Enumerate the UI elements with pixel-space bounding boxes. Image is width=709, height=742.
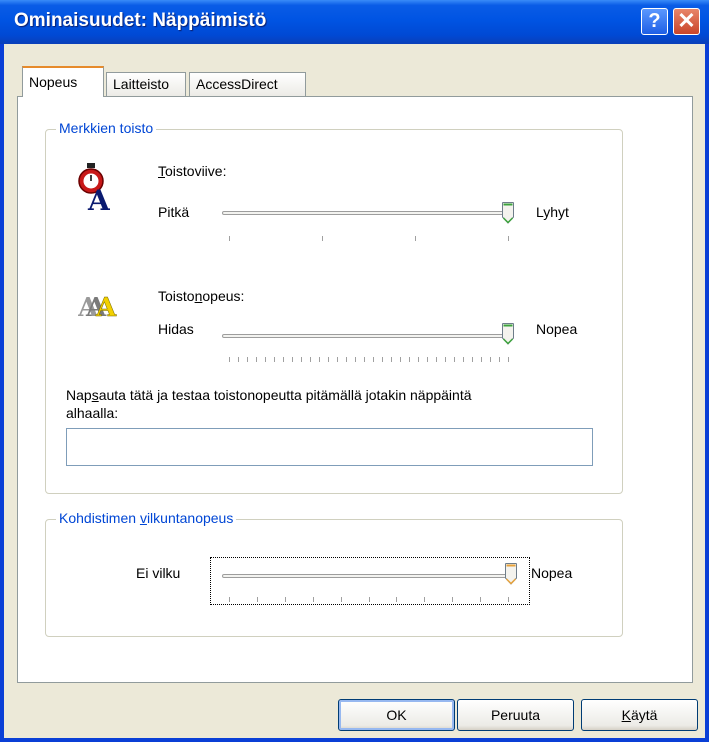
tick-mark [341, 597, 342, 602]
test-prompt-line2: alhaalla: [66, 405, 119, 421]
tick-mark [346, 357, 347, 362]
tick-mark [409, 357, 410, 362]
tick-mark [508, 597, 509, 602]
rate-ticks [229, 357, 514, 363]
blink-slider-track[interactable] [222, 574, 516, 578]
tick-mark [445, 357, 446, 362]
tick-mark [337, 357, 338, 362]
delay-slider-track[interactable] [222, 211, 512, 215]
delay-right-label: Lyhyt [536, 204, 569, 220]
tick-mark [480, 597, 481, 602]
blink-right-label: Nopea [531, 565, 573, 581]
blink-ticks [229, 597, 514, 603]
tick-mark [256, 357, 257, 362]
tick-mark [391, 357, 392, 362]
test-input[interactable] [66, 428, 593, 466]
tick-mark [229, 357, 230, 362]
tick-mark [382, 357, 383, 362]
blink-slider-thumb[interactable] [505, 563, 517, 585]
tick-mark [463, 357, 464, 362]
apply-button[interactable]: Käytä [581, 699, 698, 731]
tab-accessdirect[interactable]: AccessDirect [189, 72, 306, 96]
blink-left-label: Ei vilku [136, 565, 181, 581]
ok-button[interactable]: OK [338, 699, 455, 731]
tick-mark [373, 357, 374, 362]
tick-mark [238, 357, 239, 362]
tick-mark [436, 357, 437, 362]
tick-mark [265, 357, 266, 362]
tick-mark [427, 357, 428, 362]
tick-mark [490, 357, 491, 362]
window-title: Ominaisuudet: Näppäimistö [14, 10, 267, 31]
rate-left-label: Hidas [158, 321, 194, 337]
help-button[interactable]: ? [641, 8, 668, 35]
tick-mark [310, 357, 311, 362]
tick-mark [396, 597, 397, 602]
delay-ticks [229, 236, 514, 242]
rate-label: Toistonopeus: [158, 288, 245, 304]
tick-mark [285, 597, 286, 602]
cursor-blink-group-label: Kohdistimen vilkuntanopeus [56, 510, 237, 526]
tick-mark [319, 357, 320, 362]
delay-slider-thumb[interactable] [502, 202, 514, 224]
tick-mark [257, 597, 258, 602]
title-bar[interactable]: Ominaisuudet: Näppäimistö ? ✕ [0, 0, 709, 44]
tick-mark [301, 357, 302, 362]
delay-label: Toistoviive: [158, 163, 227, 179]
tick-mark [313, 597, 314, 602]
tick-mark [508, 357, 509, 362]
tick-mark [229, 597, 230, 602]
tick-mark [283, 357, 284, 362]
tick-mark [400, 357, 401, 362]
tick-mark [355, 357, 356, 362]
tick-mark [472, 357, 473, 362]
tick-mark [247, 357, 248, 362]
cancel-button[interactable]: Peruuta [457, 699, 574, 731]
stopwatch-icon: A [78, 163, 110, 213]
repeat-rate-icon: A A A [78, 293, 117, 320]
tick-mark [418, 357, 419, 362]
delay-left-label: Pitkä [158, 204, 190, 220]
tick-mark [499, 357, 500, 362]
tick-mark [452, 597, 453, 602]
tick-mark [424, 597, 425, 602]
tab-laitteisto[interactable]: Laitteisto [106, 72, 186, 96]
test-prompt: Napsauta tätä ja testaa toistonopeutta p… [66, 387, 472, 403]
tick-mark [328, 357, 329, 362]
close-button[interactable]: ✕ [673, 8, 700, 35]
tick-mark [364, 357, 365, 362]
tick-mark [274, 357, 275, 362]
tab-nopeus[interactable]: Nopeus [22, 66, 104, 97]
tick-mark [369, 597, 370, 602]
tick-mark [292, 357, 293, 362]
svg-text:A: A [95, 293, 117, 320]
svg-text:A: A [87, 184, 110, 213]
repeat-group-label: Merkkien toisto [56, 120, 157, 136]
rate-slider-thumb[interactable] [502, 323, 514, 345]
tick-mark [481, 357, 482, 362]
rate-right-label: Nopea [536, 321, 578, 337]
rate-slider-track[interactable] [222, 334, 512, 338]
tick-mark [454, 357, 455, 362]
